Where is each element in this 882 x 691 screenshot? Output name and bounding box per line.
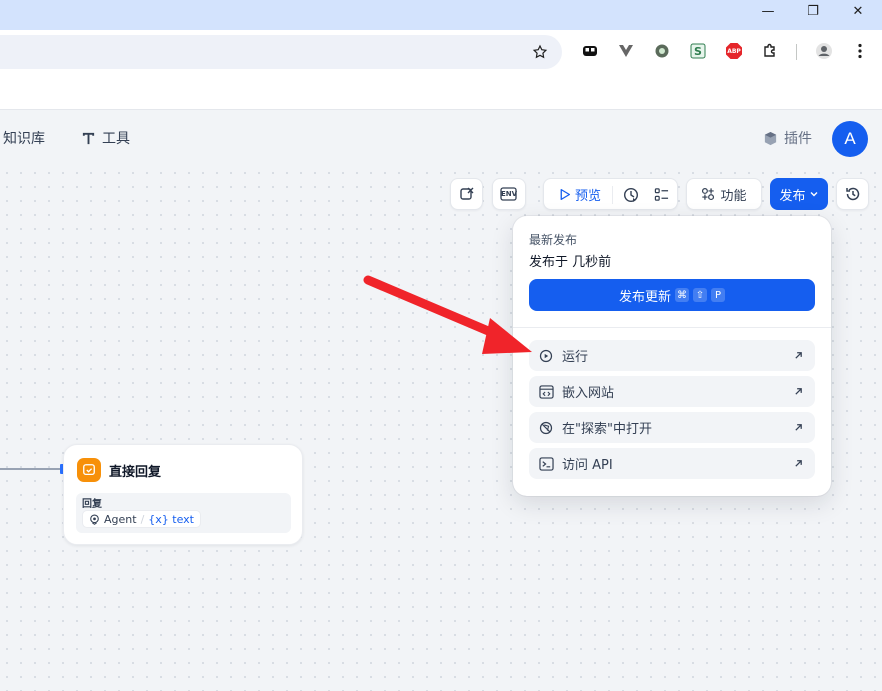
shortcut-cmd: ⌘ [675,288,689,302]
variable-source: Agent [104,512,137,526]
publish-update-label: 发布更新 [618,289,671,305]
answer-node-icon [77,458,101,482]
menu-item-embed[interactable]: 嵌入网站 [529,376,815,407]
user-avatar[interactable]: A [832,121,868,157]
browser-toolbar: S ABP [0,30,882,76]
toolbar-extension-icon[interactable] [580,41,600,61]
menu-item-api[interactable]: 访问 API [529,448,815,479]
bookmark-bar [0,76,882,110]
variable-chip[interactable]: Agent / {x} text [82,510,201,528]
node-title: 直接回复 [109,465,162,480]
vue-extension-icon[interactable] [616,41,636,61]
external-arrow-icon [791,420,805,434]
tools-icon [82,132,95,144]
shortcut-p: P [711,288,725,302]
node-field-label: 回复 [82,499,102,510]
menu-item-explore-label: 在"探索"中打开 [562,422,652,437]
menu-item-explore[interactable]: 在"探索"中打开 [529,412,815,443]
features-label: 功能 [720,188,747,204]
menu-item-run-label: 运行 [562,350,589,365]
chevron-down-icon [810,192,817,197]
preview-divider [612,186,613,204]
menu-item-api-label: 访问 API [562,458,613,473]
run-history-icon [623,187,639,203]
workflow-edge [0,468,62,470]
external-arrow-icon [791,456,805,470]
features-button[interactable]: 功能 [686,178,762,210]
s-extension-label: S [694,44,702,58]
compass-icon [538,420,554,436]
variable-separator: / [140,512,145,526]
bookmark-star-icon[interactable] [529,41,551,63]
features-icon [702,187,715,201]
preview-group: 预览 [543,178,678,210]
latest-publish-label: 最新发布 [529,233,578,247]
cube-icon [764,131,777,145]
nav-knowledge[interactable]: 知识库 [3,110,45,166]
checklist-icon [654,188,669,201]
address-bar[interactable] [0,35,562,69]
external-arrow-icon [791,384,805,398]
close-window-button[interactable]: ✕ [838,0,878,22]
minimize-button[interactable]: — [748,0,788,22]
plugins-label: 插件 [784,131,812,147]
embed-code-icon [538,384,554,400]
browser-titlebar: — ❐ ✕ [0,0,882,30]
puzzle-icon[interactable] [760,41,780,61]
node-answer-field: 回复 Agent / {x} text [76,493,291,533]
close-icon: ✕ [852,3,864,19]
env-button[interactable]: ENV [492,178,526,210]
env-label: ENV [500,190,518,198]
terminal-icon [538,456,554,472]
play-circle-icon [538,348,554,364]
menu-item-run[interactable]: 运行 [529,340,815,371]
external-arrow-icon [791,348,805,362]
publish-dropdown: 最新发布 发布于 几秒前 发布更新 ⌘ ⇧ P 运行 嵌入网站 在"探索"中打开… [513,216,831,496]
history-icon [845,187,859,201]
answer-node[interactable]: 直接回复 回复 Agent / {x} text [63,444,303,545]
version-history-button[interactable] [836,178,869,210]
variable-name: {x} text [148,512,194,526]
menu-item-embed-label: 嵌入网站 [562,386,615,401]
publish-update-button[interactable]: 发布更新 ⌘ ⇧ P [529,279,815,311]
annotation-arrow-icon [363,275,532,354]
restore-icon: ❐ [807,3,819,19]
profile-icon[interactable] [814,41,834,61]
kebab-menu-icon[interactable] [850,41,870,61]
close-debug-button[interactable] [450,178,483,210]
app-header: 知识库 工具 插件 A [0,110,882,166]
published-time: 发布于 几秒前 [529,255,612,270]
play-icon [560,188,571,200]
minimize-icon: — [761,3,775,19]
nav-knowledge-label: 知识库 [3,131,45,147]
run-history-button[interactable] [623,187,639,207]
circle-extension-icon[interactable] [652,41,672,61]
nav-tools-label: 工具 [102,131,130,147]
agent-icon [90,513,99,525]
restore-button[interactable]: ❐ [793,0,833,22]
preview-button[interactable]: 预览 [558,185,601,204]
dropdown-divider [513,327,831,328]
nav-tools[interactable]: 工具 [81,110,130,166]
adblock-extension-icon[interactable]: ABP [724,41,744,61]
shortcut-shift: ⇧ [693,288,707,302]
checklist-button[interactable] [654,187,669,206]
publish-label: 发布 [779,188,806,204]
toolbar-divider [796,44,797,60]
debug-close-icon [459,187,473,200]
preview-label: 预览 [575,188,602,204]
s-extension-icon[interactable]: S [688,41,708,61]
avatar-initial: A [844,129,856,148]
publish-button[interactable]: 发布 [770,178,828,210]
plugins-button[interactable]: 插件 [763,110,812,166]
adblock-label: ABP [727,47,741,55]
